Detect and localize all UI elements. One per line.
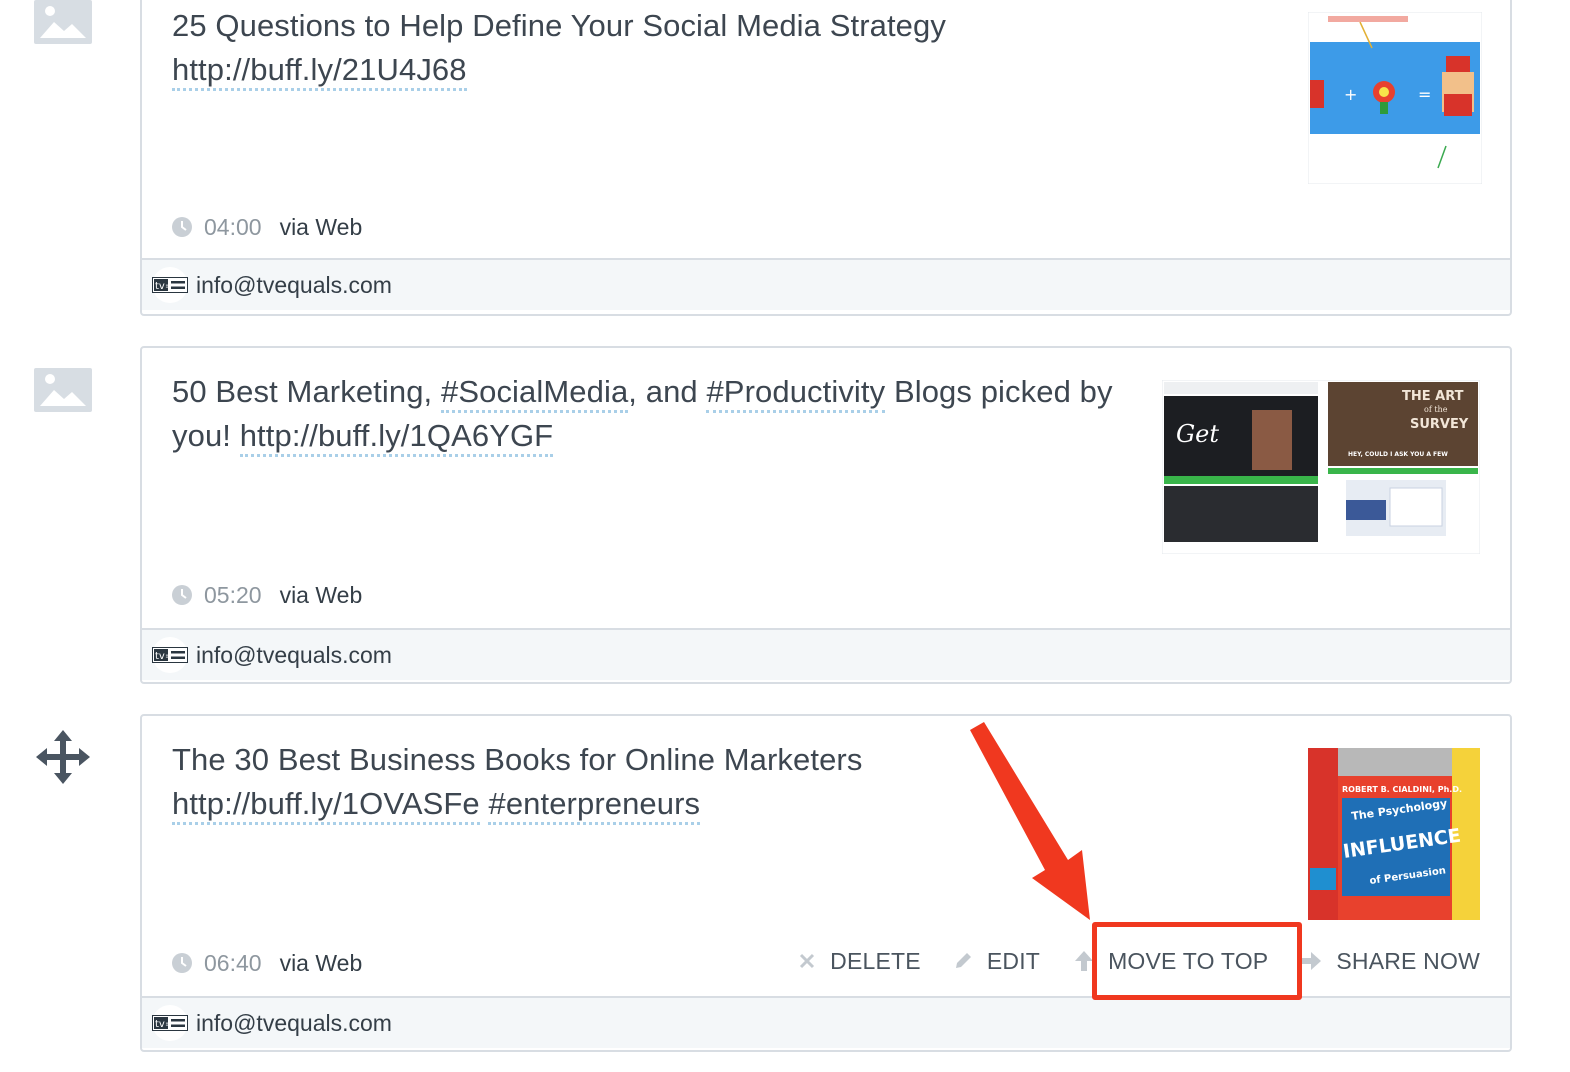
post-via: via Web xyxy=(279,949,363,976)
post-text: 25 Questions to Help Define Your Social … xyxy=(172,4,1132,92)
post-meta: 06:40 via Web xyxy=(172,948,362,978)
annotation-arrow-icon xyxy=(950,720,1110,935)
post-card: The 30 Best Business Books for Online Ma… xyxy=(140,714,1512,1052)
side-image-placeholder-icon xyxy=(34,0,92,58)
edit-button[interactable]: EDIT xyxy=(953,944,1040,978)
post-meta: 04:00 via Web xyxy=(172,212,362,242)
post-thumbnail: ROBERT B. CIALDINI, Ph.D. The Psychology… xyxy=(1308,748,1480,925)
post-hashtag[interactable]: #Productivity xyxy=(706,374,886,413)
post-hashtag[interactable]: #enterpreneurs xyxy=(488,786,701,825)
post-link[interactable]: http://buff.ly/1QA6YGF xyxy=(239,418,554,457)
post-hashtag[interactable]: #SocialMedia xyxy=(440,374,629,413)
account-avatar: tv= xyxy=(152,267,188,303)
post-thumbnail: Get THE ART of the SURVEY HEY, COULD I A… xyxy=(1161,379,1481,559)
delete-label: DELETE xyxy=(830,947,921,974)
post-thumbnail: + = xyxy=(1307,11,1483,189)
share-now-button[interactable]: SHARE NOW xyxy=(1300,944,1480,978)
post-text-part: The 30 Best Business Books for Online Ma… xyxy=(172,742,863,777)
post-footer: tv= info@tvequals.com xyxy=(142,628,1510,680)
pencil-icon xyxy=(955,953,971,968)
post-time: 05:20 xyxy=(204,581,262,608)
svg-text:=: = xyxy=(1418,85,1431,104)
post-text-part: , and xyxy=(628,374,707,409)
side-image-placeholder-icon xyxy=(34,368,92,426)
post-link[interactable]: http://buff.ly/1OVASFe xyxy=(172,786,480,825)
post-time: 06:40 xyxy=(204,949,262,976)
close-icon xyxy=(800,953,815,969)
thumb-label: HEY, COULD I ASK YOU A FEW xyxy=(1348,451,1448,458)
account-logo-text: tv= xyxy=(155,281,173,292)
thumb-label: ROBERT B. CIALDINI, Ph.D. xyxy=(1342,785,1462,794)
post-meta: 05:20 via Web xyxy=(172,580,362,610)
post-via: via Web xyxy=(279,581,363,608)
account-logo-text: tv= xyxy=(155,1019,173,1030)
post-card: 25 Questions to Help Define Your Social … xyxy=(140,0,1512,316)
post-card: 50 Best Marketing, #SocialMedia, and #Pr… xyxy=(140,346,1512,684)
post-text-part: 25 Questions to Help Define Your Social … xyxy=(172,8,946,43)
edit-label: EDIT xyxy=(986,947,1041,974)
drag-move-icon[interactable] xyxy=(34,728,92,786)
account-logo-text: tv= xyxy=(155,651,173,662)
post-footer: tv= info@tvequals.com xyxy=(142,258,1510,310)
thumb-label: SURVEY xyxy=(1410,417,1469,432)
share-now-label: SHARE NOW xyxy=(1336,947,1480,974)
post-text: 50 Best Marketing, #SocialMedia, and #Pr… xyxy=(172,370,1132,458)
post-via: via Web xyxy=(279,213,363,240)
move-to-top-highlight-box xyxy=(1092,922,1302,1000)
arrow-right-icon xyxy=(1301,952,1322,970)
account-email: info@tvequals.com xyxy=(196,641,392,668)
clock-icon xyxy=(172,953,192,973)
account-avatar: tv= xyxy=(152,1005,188,1041)
svg-text:+: + xyxy=(1344,85,1357,104)
account-email: info@tvequals.com xyxy=(196,1009,392,1036)
clock-icon xyxy=(172,585,192,605)
svg-text:Get: Get xyxy=(1176,420,1219,448)
account-avatar: tv= xyxy=(152,637,188,673)
thumb-label: of the xyxy=(1424,405,1448,414)
delete-button[interactable]: DELETE xyxy=(798,944,921,978)
thumb-label: THE ART xyxy=(1402,389,1464,404)
post-text-part: 50 Best Marketing, xyxy=(172,374,441,409)
clock-icon xyxy=(172,217,192,237)
post-footer: tv= info@tvequals.com xyxy=(142,996,1510,1048)
account-email: info@tvequals.com xyxy=(196,271,392,298)
post-time: 04:00 xyxy=(204,213,262,240)
post-link[interactable]: http://buff.ly/21U4J68 xyxy=(172,52,467,91)
